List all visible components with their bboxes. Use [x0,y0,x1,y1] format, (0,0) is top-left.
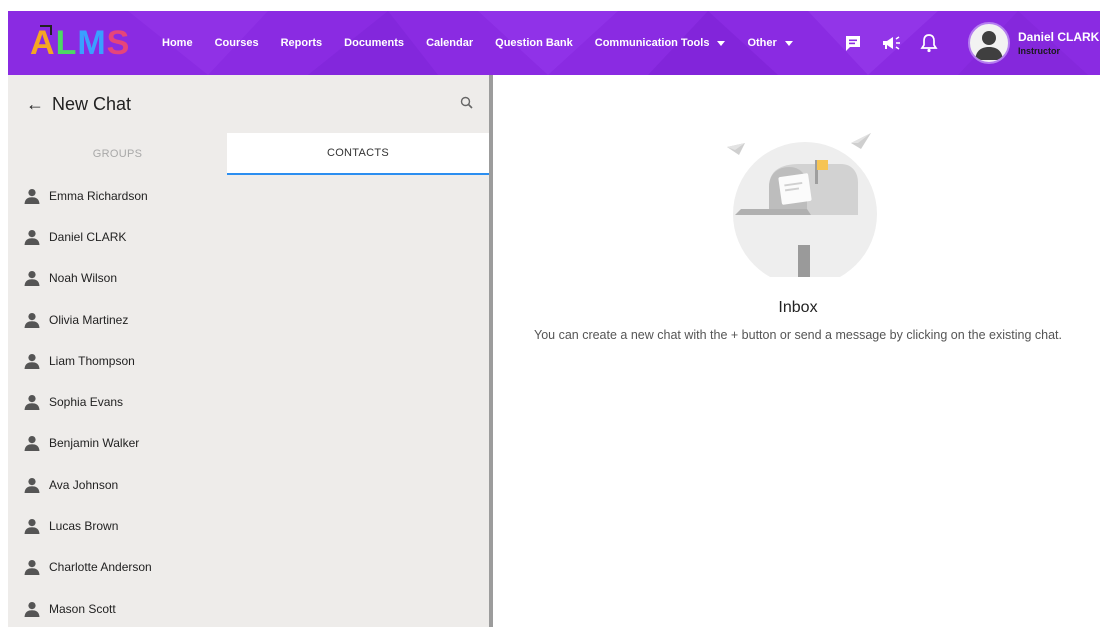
contact-name: Daniel CLARK [49,229,127,244]
contact-name: Mason Scott [49,601,116,616]
tab-groups[interactable]: GROUPS [8,133,227,175]
inbox-panel: Inbox You can create a new chat with the… [493,75,1100,627]
logo-accent-mark [40,25,52,35]
person-icon [24,353,40,369]
contact-item[interactable]: Olivia Martinez [8,299,489,340]
contact-item[interactable]: Daniel CLARK [8,216,489,257]
caret-down-icon [717,40,726,46]
contacts-list: Emma Richardson Daniel CLARK Noah Wilson Ol… [8,175,489,627]
new-chat-panel: ← New Chat GROUPS CONTACTS Emma Richards… [8,75,489,627]
menu-courses[interactable]: Courses [215,37,259,49]
alms-logo[interactable]: A L M S [30,23,130,63]
person-icon [24,271,40,287]
panel-header: ← New Chat [8,75,489,133]
logo-letter-m: M [77,24,107,62]
contact-name: Emma Richardson [49,188,148,203]
contact-name: Olivia Martinez [49,312,129,327]
contact-item[interactable]: Ava Johnson [8,464,489,505]
menu-other[interactable]: Other [747,37,793,49]
person-icon [24,436,40,452]
panel-title: New Chat [52,93,132,114]
inbox-title: Inbox [778,299,818,316]
contact-item[interactable]: Charlotte Anderson [8,547,489,588]
menu-reports[interactable]: Reports [281,37,323,49]
contact-item[interactable]: Benjamin Walker [8,423,489,464]
mailbox-illustration [727,133,877,277]
inbox-description: You can create a new chat with the + but… [534,328,1062,342]
chat-icon[interactable] [840,30,866,56]
person-icon [24,312,40,328]
person-icon [24,395,40,411]
contact-name: Lucas Brown [49,519,119,534]
person-icon [24,601,40,617]
person-icon [24,477,40,493]
person-icon [24,229,40,245]
menu-communication-tools[interactable]: Communication Tools [595,37,726,49]
nav-icon-group [840,11,954,75]
contact-item[interactable]: Liam Thompson [8,340,489,381]
contact-name: Ava Johnson [49,477,119,492]
user-info: Daniel CLARK Instructor [1018,30,1099,57]
logo-letter-l: L [55,24,78,62]
contact-name: Noah Wilson [49,271,118,286]
menu-home[interactable]: Home [162,37,193,49]
user-menu[interactable]: Daniel CLARK Instructor [968,11,1099,75]
user-name: Daniel CLARK [1018,29,1100,44]
contact-item[interactable]: Lucas Brown [8,505,489,546]
contact-name: Benjamin Walker [49,436,140,451]
contact-item[interactable]: Emma Richardson [8,175,489,216]
contact-item[interactable]: Mason Scott [8,588,489,627]
menu-question-bank[interactable]: Question Bank [495,37,573,49]
menu-calendar[interactable]: Calendar [426,37,473,49]
main-menu: Home Courses Reports Documents Calendar … [162,11,815,75]
app-window: A L M S Home Courses Reports Documents C… [0,0,1100,627]
top-navbar: A L M S Home Courses Reports Documents C… [8,11,1100,75]
logo-letter-s: S [106,24,131,62]
caret-down-icon [784,40,793,46]
contact-name: Liam Thompson [49,353,135,368]
contact-item[interactable]: Noah Wilson [8,258,489,299]
contact-name: Charlotte Anderson [49,560,152,575]
person-icon [24,560,40,576]
user-role: Instructor [1018,45,1061,56]
tab-contacts[interactable]: CONTACTS [227,133,489,175]
bell-icon[interactable] [916,30,942,56]
megaphone-icon[interactable] [878,30,904,56]
person-icon [975,31,1003,60]
chat-tabs: GROUPS CONTACTS [8,133,489,175]
contact-item[interactable]: Sophia Evans [8,381,489,422]
menu-documents[interactable]: Documents [344,37,404,49]
search-icon[interactable] [459,95,475,111]
person-icon [24,188,40,204]
contact-name: Sophia Evans [49,395,124,410]
person-icon [24,519,40,535]
menu-other-label: Other [747,37,777,49]
user-avatar[interactable] [968,22,1010,64]
menu-communication-tools-label: Communication Tools [594,37,710,49]
back-arrow-icon[interactable]: ← [26,94,44,114]
